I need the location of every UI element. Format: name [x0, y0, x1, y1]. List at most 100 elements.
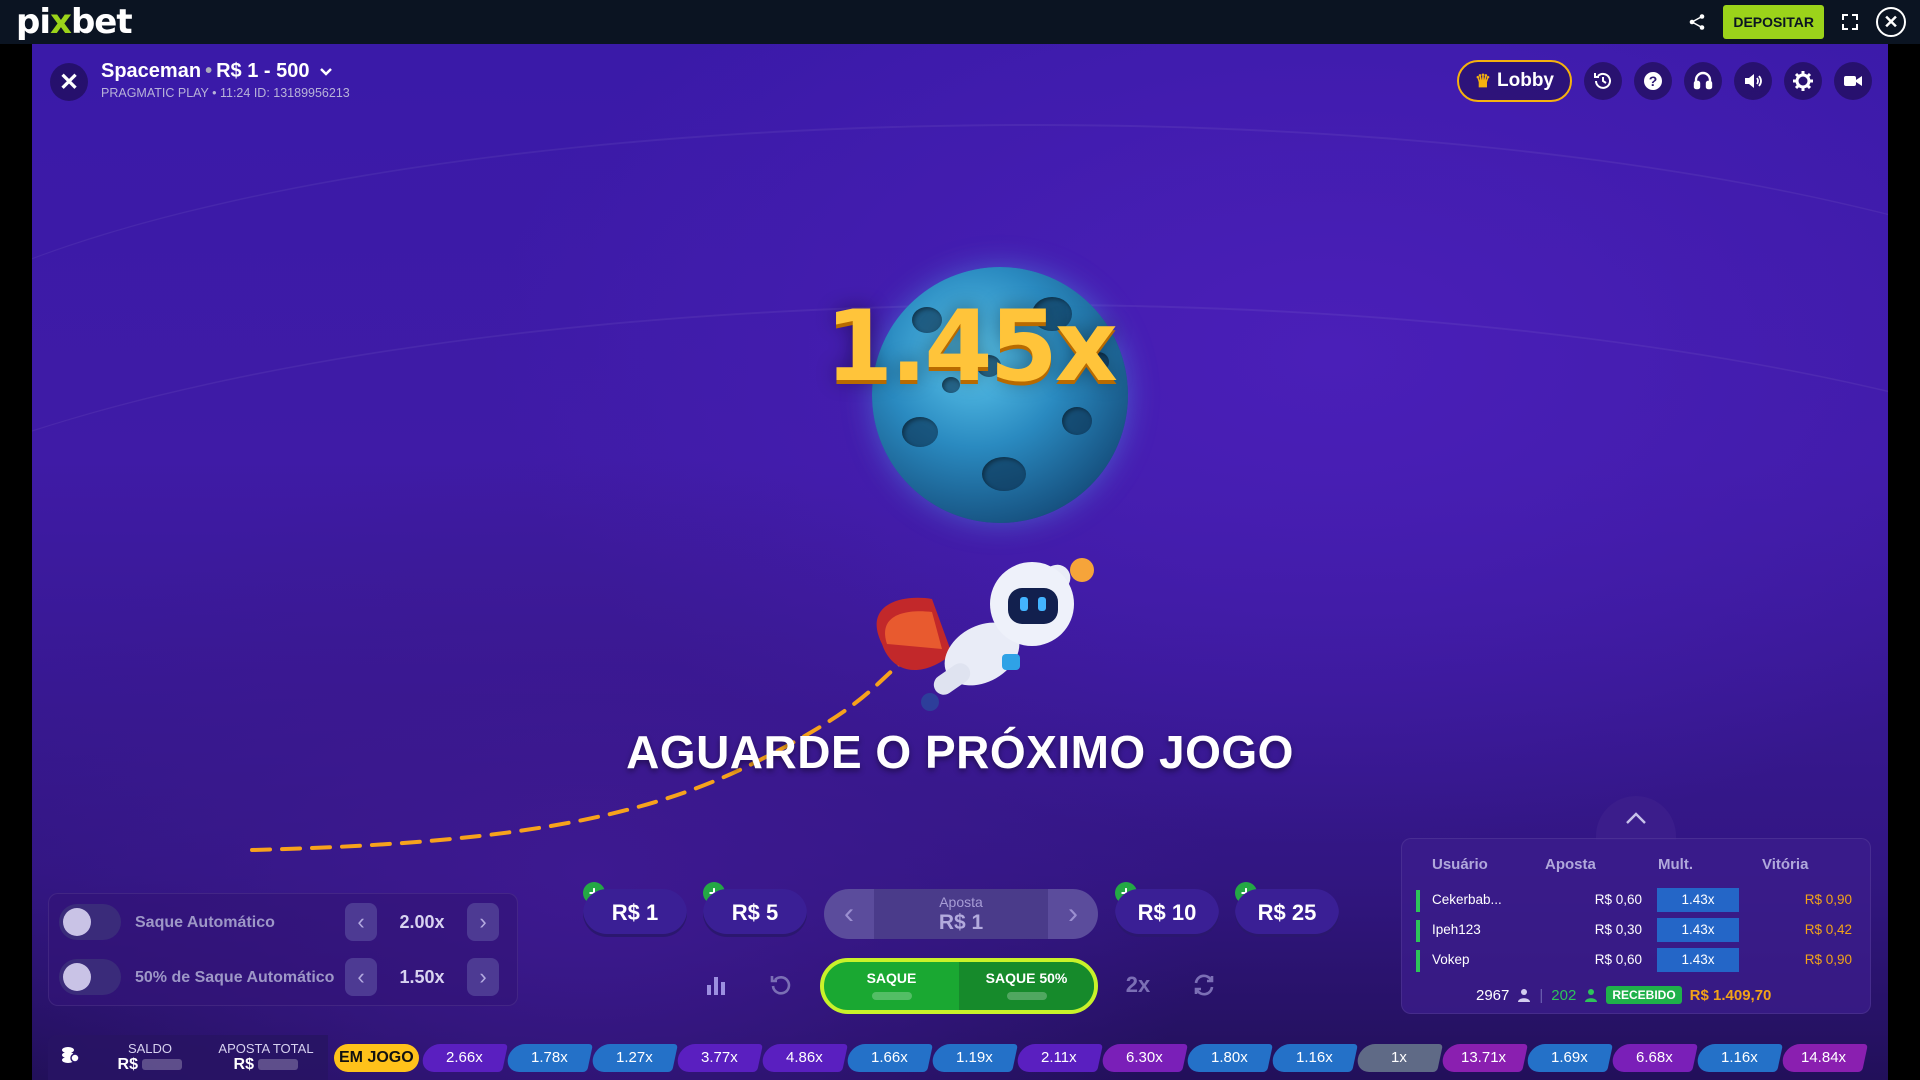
history-value: 6.68x	[1635, 1048, 1673, 1066]
history-value: 1.16x	[1720, 1048, 1758, 1066]
auto-cashout-toggle[interactable]	[59, 904, 121, 940]
history-multiplier[interactable]: 1.16x	[1269, 1043, 1358, 1072]
bet-win: R$ 0,90	[1804, 952, 1852, 967]
history-value: 1.19x	[955, 1048, 993, 1066]
col-bet: Aposta	[1545, 856, 1596, 873]
increase-bet-button[interactable]: ›	[1048, 889, 1098, 939]
history-multiplier[interactable]: 13.71x	[1439, 1043, 1528, 1072]
lobby-button[interactable]: ♛ Lobby	[1456, 60, 1572, 102]
half-cashout-value[interactable]: 1.50x	[377, 967, 467, 988]
auto-cashout-stepper: ‹ 2.00x ›	[345, 903, 499, 941]
close-game-button[interactable]: ✕	[50, 63, 88, 101]
coins-icon[interactable]	[48, 1045, 92, 1071]
cashout-half-button[interactable]: SAQUE 50%	[959, 962, 1094, 1010]
settings-icon[interactable]	[1784, 62, 1822, 100]
history-icon[interactable]	[1584, 62, 1622, 100]
auto-cashout-value[interactable]: 2.00x	[377, 912, 467, 933]
received-total: R$ 1.409,70	[1689, 986, 1772, 1004]
game-title[interactable]: Spaceman • R$ 1 - 500	[101, 60, 333, 83]
auto-cashout-label: Saque Automático	[135, 913, 275, 931]
game-provider-info: PRAGMATIC PLAY • 11:24 ID: 13189956213	[101, 86, 350, 100]
chip-5[interactable]: R$ 5	[703, 889, 807, 937]
undo-icon[interactable]	[761, 965, 801, 1005]
half-cashout-stepper: ‹ 1.50x ›	[345, 958, 499, 996]
bet-amount-display: Aposta R$ 1	[874, 889, 1048, 939]
repeat-icon[interactable]	[1184, 965, 1224, 1005]
col-user: Usuário	[1432, 856, 1488, 873]
share-icon[interactable]	[1683, 8, 1711, 36]
stats-icon[interactable]	[696, 965, 736, 1005]
history-value: 1.78x	[530, 1048, 568, 1066]
history-multiplier[interactable]: 1.78x	[504, 1043, 593, 1072]
decrease-button[interactable]: ‹	[345, 903, 377, 941]
history-multiplier[interactable]: 1.16x	[1694, 1043, 1783, 1072]
bet-mult: 1.43x	[1657, 888, 1739, 912]
chip-1[interactable]: R$ 1	[583, 889, 687, 937]
lobby-label: Lobby	[1497, 70, 1554, 91]
support-icon[interactable]	[1684, 62, 1722, 100]
history-multiplier[interactable]: 1.66x	[844, 1043, 933, 1072]
bet-amount: R$ 0,30	[1594, 922, 1642, 937]
cashout-button[interactable]: SAQUE SAQUE 50%	[820, 958, 1098, 1014]
sound-icon[interactable]	[1734, 62, 1772, 100]
history-multiplier[interactable]: 6.30x	[1099, 1043, 1188, 1072]
auto-cashout-row: Saque Automático ‹ 2.00x ›	[59, 900, 509, 944]
balance-currency: R$	[117, 1056, 138, 1073]
balance-label: SALDO	[127, 1041, 173, 1056]
bet-mult: 1.43x	[1657, 948, 1739, 972]
increase-button[interactable]: ›	[467, 958, 499, 996]
double-bet-button[interactable]: 2x	[1118, 965, 1158, 1005]
history-multiplier[interactable]: 1.19x	[929, 1043, 1018, 1072]
decrease-button[interactable]: ‹	[345, 958, 377, 996]
history-multiplier[interactable]: 1.27x	[589, 1043, 678, 1072]
chip-25[interactable]: R$ 25	[1235, 889, 1339, 937]
history-multiplier[interactable]: 14.84x	[1779, 1043, 1868, 1072]
game-name: Spaceman	[101, 60, 202, 82]
expand-icon[interactable]	[1836, 8, 1864, 36]
status-message: AGUARDE O PRÓXIMO JOGO	[626, 726, 1294, 778]
bottom-bar: SALDO R$ APOSTA TOTAL R$ EM JOGO 2.66x 1.…	[48, 1035, 1870, 1080]
history-multiplier[interactable]: 1x	[1354, 1043, 1443, 1072]
received-badge: RECEBIDO	[1606, 986, 1682, 1004]
cashout-label: SAQUE	[866, 970, 917, 986]
history-value: 1.27x	[615, 1048, 653, 1066]
balance: SALDO R$	[92, 1041, 208, 1074]
player-count: 2967	[1476, 986, 1510, 1004]
history-multiplier[interactable]: 2.66x	[419, 1043, 508, 1072]
bets-summary: 2967 | 202 RECEBIDO R$ 1.409,70	[1476, 986, 1772, 1004]
video-icon[interactable]	[1834, 62, 1872, 100]
chip-10[interactable]: R$ 10	[1115, 889, 1219, 937]
bet-row: Cekerbab... R$ 0,60 1.43x R$ 0,90	[1416, 886, 1856, 912]
history-multiplier[interactable]: 4.86x	[759, 1043, 848, 1072]
right-margin	[1888, 44, 1920, 1080]
history-multiplier[interactable]: 1.80x	[1184, 1043, 1273, 1072]
close-circle-icon[interactable]: ✕	[1876, 7, 1906, 37]
auto-cashout-panel: Saque Automático ‹ 2.00x › 50% de Saque …	[48, 893, 518, 1006]
history-multiplier[interactable]: 1.69x	[1524, 1043, 1613, 1072]
bet-mult: 1.43x	[1657, 918, 1739, 942]
history-multiplier[interactable]: 6.68x	[1609, 1043, 1698, 1072]
total-bet-label: APOSTA TOTAL	[218, 1041, 314, 1056]
history-value: 13.71x	[1461, 1048, 1507, 1066]
history-value: 2.11x	[1040, 1048, 1077, 1066]
half-cashout-label: 50% de Saque Automático	[135, 968, 335, 986]
help-icon[interactable]: ?	[1634, 62, 1672, 100]
history-multiplier[interactable]: 3.77x	[674, 1043, 763, 1072]
total-bet-currency: R$	[233, 1056, 254, 1073]
half-cashout-row: 50% de Saque Automático ‹ 1.50x ›	[59, 955, 509, 999]
half-cashout-toggle[interactable]	[59, 959, 121, 995]
balance-box: SALDO R$ APOSTA TOTAL R$	[48, 1035, 328, 1080]
bet-row: Ipeh123 R$ 0,30 1.43x R$ 0,42	[1416, 916, 1856, 942]
chevron-down-icon	[320, 68, 332, 76]
history-multiplier[interactable]: 2.11x	[1014, 1043, 1103, 1072]
crown-icon: ♛	[1474, 70, 1491, 91]
cashout-full-button[interactable]: SAQUE	[824, 962, 959, 1010]
history-value: 3.77x	[700, 1048, 738, 1066]
in-game-badge: EM JOGO	[334, 1043, 419, 1072]
pixbet-logo[interactable]: pixbet	[16, 2, 133, 42]
deposit-button[interactable]: DEPOSITAR	[1723, 5, 1824, 39]
increase-button[interactable]: ›	[467, 903, 499, 941]
bet-amount: R$ 0,60	[1594, 952, 1642, 967]
bet-value: R$ 1	[938, 911, 984, 934]
decrease-bet-button[interactable]: ‹	[824, 889, 874, 939]
